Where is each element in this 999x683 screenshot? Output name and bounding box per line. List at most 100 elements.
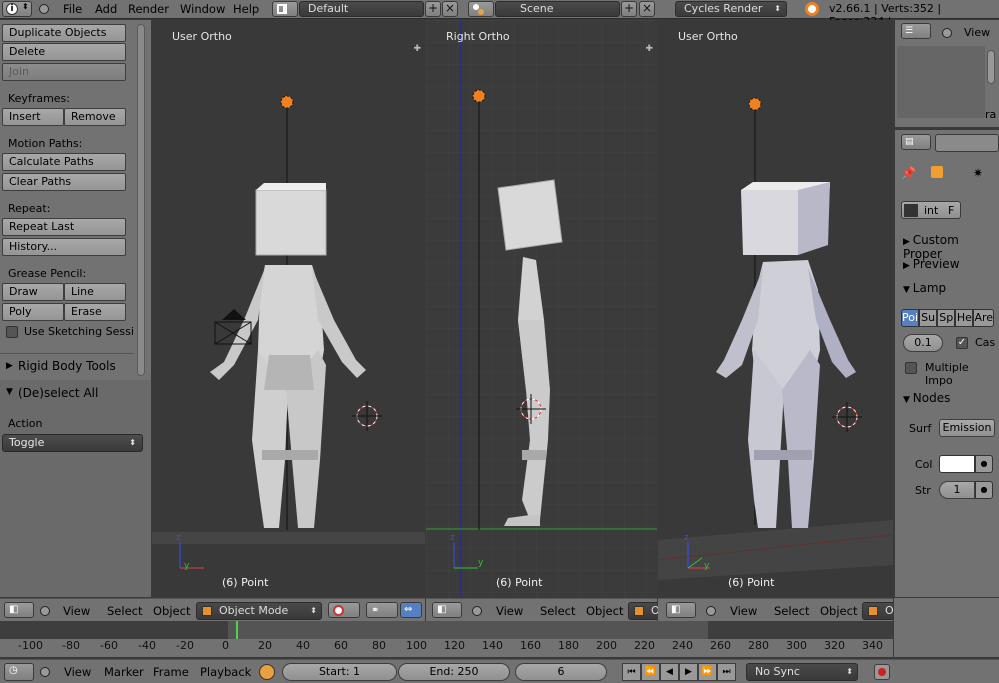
editor-type-button[interactable]: ◷: [4, 663, 34, 681]
shading-select[interactable]: [328, 602, 360, 618]
multiple-importance-checkbox[interactable]: [905, 362, 917, 374]
menu-window[interactable]: Window: [180, 2, 225, 16]
viewport-user-ortho-left[interactable]: User Ortho ✚ z y (6) Point: [152, 20, 425, 597]
editor-type-button[interactable]: ◧: [4, 602, 34, 618]
lamp-type-area[interactable]: Are: [973, 309, 995, 327]
remove-layout-button[interactable]: ×: [442, 1, 458, 17]
collapse-menu-icon[interactable]: [39, 4, 49, 14]
toolshelf-scrollbar[interactable]: [137, 24, 145, 376]
sketching-checkbox[interactable]: [6, 326, 18, 338]
lamp-header[interactable]: ▼ Lamp: [903, 281, 946, 295]
select-menu[interactable]: Select: [540, 604, 575, 618]
view-menu[interactable]: View: [496, 604, 523, 618]
deselect-all-panel-header[interactable]: ▼ (De)select All: [0, 384, 134, 406]
view-menu[interactable]: View: [64, 665, 91, 679]
properties-editor-type[interactable]: ▤: [901, 134, 931, 150]
outliner-tree[interactable]: [897, 46, 985, 118]
strength-link-button[interactable]: ●: [975, 481, 993, 499]
marker-menu[interactable]: Marker: [104, 665, 144, 679]
color-swatch[interactable]: [939, 455, 975, 473]
grease-erase-button[interactable]: Erase: [64, 303, 126, 321]
duplicate-objects-button[interactable]: Duplicate Objects: [2, 24, 126, 42]
pivot-select[interactable]: ⚭: [366, 602, 398, 618]
history-button[interactable]: History...: [2, 238, 126, 256]
menu-file[interactable]: File: [63, 2, 82, 16]
lamp-type-point[interactable]: Poi: [901, 309, 920, 327]
outliner-view-menu[interactable]: View: [964, 26, 990, 39]
end-frame-field[interactable]: End: 250: [398, 663, 510, 681]
sync-mode-select[interactable]: No Sync ⬍: [746, 663, 858, 681]
strength-field[interactable]: 1: [939, 481, 975, 499]
select-menu[interactable]: Select: [107, 604, 142, 618]
next-keyframe-icon[interactable]: ⏩: [698, 663, 717, 681]
view-menu[interactable]: View: [730, 604, 757, 618]
preview-header[interactable]: ▶ Preview: [903, 257, 960, 271]
playback-menu[interactable]: Playback: [200, 665, 251, 679]
screen-layout-icon-button[interactable]: [272, 1, 298, 17]
repeat-last-button[interactable]: Repeat Last: [2, 218, 126, 236]
lamp-type-spot[interactable]: Sp: [937, 309, 956, 327]
properties-context-tabs[interactable]: [935, 134, 999, 152]
datablock-field[interactable]: int F: [901, 201, 961, 219]
render-engine-select[interactable]: Cycles Render ⬍: [675, 1, 787, 17]
pin-icon[interactable]: 📌: [901, 166, 916, 180]
record-icon[interactable]: [874, 664, 890, 680]
cast-shadow-checkbox[interactable]: ✓: [956, 337, 968, 349]
grease-poly-button[interactable]: Poly: [2, 303, 64, 321]
mode-select[interactable]: Object Mode ⬍: [196, 602, 322, 620]
menu-help[interactable]: Help: [233, 2, 259, 16]
rigid-body-panel-header[interactable]: ▶ Rigid Body Tools: [0, 357, 134, 379]
scene-icon-button[interactable]: [468, 1, 494, 17]
join-button[interactable]: Join: [2, 63, 126, 81]
start-frame-field[interactable]: Start: 1: [282, 663, 397, 681]
outliner-scrollbar[interactable]: [987, 50, 995, 84]
color-link-button[interactable]: ●: [975, 455, 993, 473]
grease-line-button[interactable]: Line: [64, 283, 126, 301]
frame-menu[interactable]: Frame: [153, 665, 189, 679]
menu-render[interactable]: Render: [128, 2, 169, 16]
mode-select[interactable]: O: [628, 602, 660, 620]
remove-keyframe-button[interactable]: Remove: [64, 108, 126, 126]
lamp-size-field[interactable]: 0.1: [903, 334, 943, 352]
editor-type-button[interactable]: ◧: [432, 602, 462, 618]
add-layout-button[interactable]: +: [425, 1, 441, 17]
outliner-editor-type[interactable]: ☰: [901, 23, 931, 39]
editor-type-button[interactable]: ◧: [666, 602, 696, 618]
select-menu[interactable]: Select: [774, 604, 809, 618]
timeline[interactable]: -100 -80 -60 -40 -20 0 20 40 60 80 100 1…: [0, 621, 893, 657]
lamp-type-hemi[interactable]: He: [955, 309, 974, 327]
clear-paths-button[interactable]: Clear Paths: [2, 173, 126, 191]
viewport-right-ortho[interactable]: z y Right Ortho ✚ (6) Point: [426, 20, 657, 597]
scene-field[interactable]: Scene: [495, 1, 620, 17]
grease-draw-button[interactable]: Draw: [2, 283, 64, 301]
collapse-menu-icon[interactable]: [40, 667, 50, 677]
viewport-user-ortho-right[interactable]: z y User Ortho (6) Point: [658, 20, 893, 597]
prev-keyframe-icon[interactable]: ⏪: [641, 663, 660, 681]
mode-select[interactable]: Ol: [862, 602, 897, 620]
collapse-menu-icon[interactable]: [942, 28, 952, 38]
collapse-menu-icon[interactable]: [472, 606, 482, 616]
fake-user-button[interactable]: F: [948, 204, 954, 217]
jump-start-icon[interactable]: ⏮: [622, 663, 641, 681]
object-menu[interactable]: Object: [820, 604, 857, 618]
play-reverse-icon[interactable]: ◀: [660, 663, 679, 681]
surface-shader-button[interactable]: Emission: [939, 419, 995, 437]
object-menu[interactable]: Object: [153, 604, 190, 618]
preview-range-clock-icon[interactable]: [259, 664, 275, 680]
delete-button[interactable]: Delete: [2, 43, 126, 61]
nodes-header[interactable]: ▼ Nodes: [903, 391, 950, 405]
object-menu[interactable]: Object: [586, 604, 623, 618]
collapse-menu-icon[interactable]: [40, 606, 50, 616]
editor-type-button[interactable]: i ⬍: [2, 1, 32, 17]
collapse-menu-icon[interactable]: [706, 606, 716, 616]
manipulator-toggle[interactable]: ⇔: [400, 602, 422, 618]
insert-keyframe-button[interactable]: Insert: [2, 108, 64, 126]
remove-scene-button[interactable]: ×: [639, 1, 655, 17]
viewport-corner-icon[interactable]: ✚: [645, 44, 653, 54]
screen-layout-field[interactable]: Default: [299, 1, 424, 17]
jump-end-icon[interactable]: ⏭: [717, 663, 736, 681]
action-select[interactable]: Toggle ⬍: [2, 434, 143, 452]
view-menu[interactable]: View: [63, 604, 90, 618]
play-icon[interactable]: ▶: [679, 663, 698, 681]
lamp-type-sun[interactable]: Su: [919, 309, 938, 327]
